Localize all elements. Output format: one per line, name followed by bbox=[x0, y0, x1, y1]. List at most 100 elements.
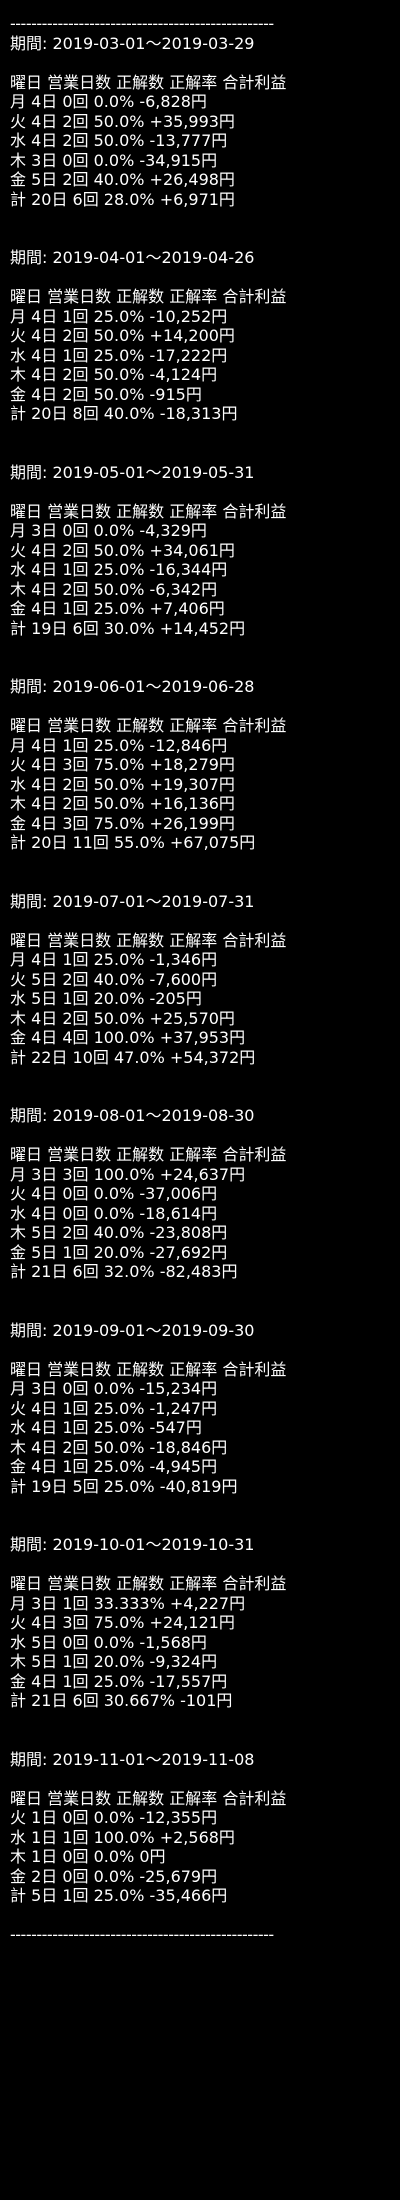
table-row: 金 5日 1回 20.0% -27,692円 bbox=[10, 1242, 228, 1262]
total-row: 計 5日 1回 25.0% -35,466円 bbox=[10, 1886, 228, 1905]
table-row: 月 3日 3回 100.0% +24,637円 bbox=[10, 1164, 246, 1184]
table-row: 水 4日 0回 0.0% -18,614円 bbox=[10, 1203, 218, 1223]
period-list: 期間: 2019-03-01～2019-03-29 曜日 営業日数 正解数 正解率… bbox=[10, 34, 390, 1926]
table-row: 水 5日 1回 20.0% -205円 bbox=[10, 989, 202, 1008]
table-row: 金 5日 2回 40.0% +26,498円 bbox=[10, 170, 235, 189]
table-row: 火 4日 2回 50.0% +34,061円 bbox=[10, 540, 235, 560]
table-row: 水 4日 1回 25.0% -17,222円 bbox=[10, 345, 228, 365]
table-row: 金 4日 4回 100.0% +37,953円 bbox=[10, 1028, 246, 1047]
period-block: 期間: 2019-07-01～2019-07-31 曜日 営業日数 正解数 正解率… bbox=[10, 892, 390, 1107]
table-row: 月 3日 1回 33.333% +4,227円 bbox=[10, 1593, 246, 1613]
table-row: 金 4日 1回 25.0% +7,406円 bbox=[10, 599, 225, 618]
total-row: 計 20日 8回 40.0% -18,313円 bbox=[10, 404, 238, 423]
table-row: 火 4日 0回 0.0% -37,006円 bbox=[10, 1184, 218, 1203]
period-label: 期間: bbox=[10, 891, 53, 911]
period-label: 期間: bbox=[10, 677, 53, 696]
period-range: 2019-10-01～2019-10-31 bbox=[52, 1535, 255, 1554]
period-label: 期間: bbox=[10, 1749, 53, 1769]
table-row: 金 4日 1回 25.0% -4,945円 bbox=[10, 1457, 218, 1476]
table-row: 木 4日 2回 50.0% -6,342円 bbox=[10, 579, 218, 599]
table-row: 水 4日 1回 25.0% -547円 bbox=[10, 1418, 202, 1437]
period-block: 期間: 2019-11-01～2019-11-08 曜日 営業日数 正解数 正解率… bbox=[10, 1750, 390, 1926]
total-row: 計 19日 6回 30.0% +14,452円 bbox=[10, 618, 246, 638]
total-row: 計 20日 6回 28.0% +6,971円 bbox=[10, 189, 235, 209]
period-range: 2019-03-01～2019-03-29 bbox=[52, 33, 255, 53]
period-title: 期間: 2019-03-01～2019-03-29 bbox=[10, 34, 390, 54]
table-row: 金 4日 2回 50.0% -915円 bbox=[10, 384, 202, 404]
period-label: 期間: bbox=[10, 248, 53, 267]
table-row: 水 4日 1回 25.0% -16,344円 bbox=[10, 560, 228, 579]
total-row: 計 19日 5回 25.0% -40,819円 bbox=[10, 1476, 238, 1496]
period-block: 期間: 2019-03-01～2019-03-29 曜日 営業日数 正解数 正解率… bbox=[10, 34, 390, 249]
column-header: 曜日 営業日数 正解数 正解率 合計利益 bbox=[10, 501, 287, 521]
table-row: 金 4日 3回 75.0% +26,199円 bbox=[10, 813, 235, 833]
column-header: 曜日 営業日数 正解数 正解率 合計利益 bbox=[10, 1145, 287, 1164]
table-row: 火 4日 3回 75.0% +24,121円 bbox=[10, 1613, 235, 1632]
table-row: 火 1日 0回 0.0% -12,355円 bbox=[10, 1808, 218, 1827]
divider-bottom: ----------------------------------------… bbox=[10, 1925, 274, 1944]
table-row: 木 1日 0回 0.0% 0円 bbox=[10, 1847, 166, 1866]
total-row: 計 21日 6回 30.667% -101円 bbox=[10, 1691, 233, 1710]
period-range: 2019-04-01～2019-04-26 bbox=[52, 248, 255, 267]
column-header: 曜日 営業日数 正解数 正解率 合計利益 bbox=[10, 1788, 287, 1808]
column-header: 曜日 営業日数 正解数 正解率 合計利益 bbox=[10, 1359, 287, 1379]
period-range: 2019-11-01～2019-11-08 bbox=[52, 1749, 255, 1769]
table-row: 水 1日 1回 100.0% +2,568円 bbox=[10, 1827, 235, 1847]
period-block: 期間: 2019-04-01～2019-04-26 曜日 営業日数 正解数 正解率… bbox=[10, 248, 390, 463]
table-row: 木 4日 2回 50.0% +16,136円 bbox=[10, 794, 235, 813]
period-label: 期間: bbox=[10, 33, 53, 53]
total-row: 計 22日 10回 47.0% +54,372円 bbox=[10, 1047, 256, 1067]
period-title: 期間: 2019-10-01～2019-10-31 bbox=[10, 1535, 390, 1555]
total-row: 計 21日 6回 32.0% -82,483円 bbox=[10, 1262, 238, 1281]
table-row: 月 4日 1回 25.0% -10,252円 bbox=[10, 306, 228, 326]
table-row: 火 4日 2回 50.0% +35,993円 bbox=[10, 111, 235, 131]
column-header: 曜日 営業日数 正解数 正解率 合計利益 bbox=[10, 287, 287, 306]
period-block: 期間: 2019-08-01～2019-08-30 曜日 営業日数 正解数 正解率… bbox=[10, 1106, 390, 1321]
divider-top: ----------------------------------------… bbox=[10, 14, 274, 33]
period-block: 期間: 2019-10-01～2019-10-31 曜日 営業日数 正解数 正解率… bbox=[10, 1535, 390, 1750]
table-row: 月 4日 1回 25.0% -1,346円 bbox=[10, 950, 218, 969]
period-range: 2019-07-01～2019-07-31 bbox=[52, 891, 255, 911]
column-header: 曜日 営業日数 正解数 正解率 合計利益 bbox=[10, 1574, 287, 1593]
table-row: 月 4日 1回 25.0% -12,846円 bbox=[10, 735, 228, 755]
table-row: 水 4日 2回 50.0% +19,307円 bbox=[10, 774, 235, 794]
period-title: 期間: 2019-04-01～2019-04-26 bbox=[10, 248, 390, 268]
period-title: 期間: 2019-11-01～2019-11-08 bbox=[10, 1750, 390, 1770]
table-row: 木 4日 2回 50.0% -18,846円 bbox=[10, 1437, 228, 1457]
period-title: 期間: 2019-09-01～2019-09-30 bbox=[10, 1321, 390, 1341]
table-row: 月 3日 0回 0.0% -4,329円 bbox=[10, 521, 207, 540]
report: ----------------------------------------… bbox=[0, 0, 390, 1945]
table-row: 木 5日 2回 40.0% -23,808円 bbox=[10, 1223, 228, 1242]
period-range: 2019-05-01～2019-05-31 bbox=[52, 462, 255, 482]
period-range: 2019-06-01～2019-06-28 bbox=[52, 677, 255, 696]
column-header: 曜日 営業日数 正解数 正解率 合計利益 bbox=[10, 72, 287, 92]
period-title: 期間: 2019-05-01～2019-05-31 bbox=[10, 463, 390, 483]
table-row: 水 4日 2回 50.0% -13,777円 bbox=[10, 131, 228, 150]
table-row: 火 4日 2回 50.0% +14,200円 bbox=[10, 326, 235, 345]
table-row: 木 3日 0回 0.0% -34,915円 bbox=[10, 150, 218, 170]
period-title: 期間: 2019-06-01～2019-06-28 bbox=[10, 677, 390, 697]
period-range: 2019-08-01～2019-08-30 bbox=[52, 1106, 255, 1125]
period-title: 期間: 2019-07-01～2019-07-31 bbox=[10, 892, 390, 912]
table-row: 木 5日 1回 20.0% -9,324円 bbox=[10, 1652, 218, 1671]
table-row: 火 4日 1回 25.0% -1,247円 bbox=[10, 1398, 218, 1418]
table-row: 金 2日 0回 0.0% -25,679円 bbox=[10, 1866, 218, 1886]
table-row: 水 5日 0回 0.0% -1,568円 bbox=[10, 1632, 207, 1652]
